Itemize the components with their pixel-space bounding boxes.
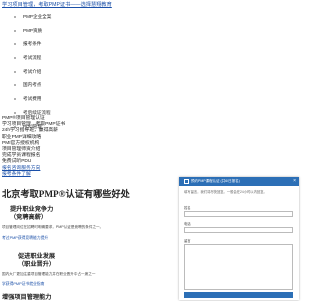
close-icon[interactable]: ×: [293, 177, 296, 186]
nav-item-process[interactable]: 考试流程: [0, 51, 300, 65]
nav-item-label: 考试费用: [23, 96, 42, 102]
intro-line: 24h学习指导班，赢得高薪: [2, 128, 58, 134]
nav-item-label: 考后续证流程: [23, 109, 51, 115]
nav-item-label: 报考条件: [23, 41, 42, 47]
main-nav: PMP企业全案 PMP资质 报考条件 考试流程 考试介绍 国内考点 考试费用 考…: [0, 10, 300, 133]
nav-item-exam-intro[interactable]: 考试介绍: [0, 65, 300, 79]
nav-item-label: PMP企业全案: [23, 14, 52, 19]
intro-text-block: PMP®项目管理认证 学习项目管理，考取PMP证书 24h学习指导班，赢得高薪 …: [2, 116, 65, 178]
section-link[interactable]: 考过PMP获得竞聘能力提升: [2, 236, 48, 241]
message-textarea[interactable]: [184, 244, 293, 290]
section-text: 项目管理岗位在招聘时明确要求，PMP认证是竞聘的条件之一。: [2, 225, 104, 229]
modal-title: 预约PMP课程认证 (共6/日报名): [191, 179, 240, 183]
name-label: 姓名: [184, 206, 191, 210]
nav-item-label: PMP资质: [23, 27, 43, 33]
phone-input[interactable]: [184, 227, 293, 233]
bullet-icon: [14, 43, 16, 46]
section-text: 国内大厂更加注重项目管理能力并在职业晋升中占一席之一: [2, 272, 96, 276]
bullet-icon: [14, 70, 16, 73]
nav-item-label: 考试介绍: [23, 68, 42, 74]
intro-link[interactable]: 报考条件了解: [2, 172, 65, 178]
bullet-icon: [14, 57, 16, 60]
nav-item-fees[interactable]: 考试费用: [0, 92, 300, 106]
nav-item-label: 考试流程: [23, 55, 42, 61]
modal-intro: 填写留言，我们将尽快回复。一般会在24小时以内回复。: [184, 190, 267, 194]
bullet-icon: [14, 29, 16, 32]
checkbox-icon: [184, 178, 189, 184]
bullet-icon: [14, 98, 16, 101]
nav-item-qualification[interactable]: PMP资质: [0, 24, 300, 38]
name-input[interactable]: [184, 211, 293, 217]
nav-item-enterprise[interactable]: PMP企业全案: [0, 10, 300, 24]
section-subtitle: （竞聘高薪）: [10, 214, 48, 221]
bullet-icon: [14, 84, 16, 87]
nav-item-exam-centers[interactable]: 国内考点: [0, 78, 300, 92]
header-top-link[interactable]: 学习项目管理，考取PMP证书——选择慧翔教育: [2, 1, 112, 8]
section-subtitle: （职业晋升）: [18, 261, 56, 268]
bullet-icon: [14, 111, 16, 114]
submit-button[interactable]: [184, 292, 293, 298]
section-link[interactable]: 学获得PMP证书就业指南: [2, 282, 44, 287]
modal-header: 预约PMP课程认证 (共6/日报名) ×: [179, 177, 299, 186]
bullet-icon: [14, 16, 16, 18]
message-label: 留言: [184, 239, 191, 243]
nav-item-conditions[interactable]: 报考条件: [0, 37, 300, 51]
nav-item-label: 国内考点: [23, 82, 42, 88]
phone-label: 电话: [184, 222, 191, 226]
page-title: 北京考取PMP®认证有哪些好处: [2, 189, 130, 199]
